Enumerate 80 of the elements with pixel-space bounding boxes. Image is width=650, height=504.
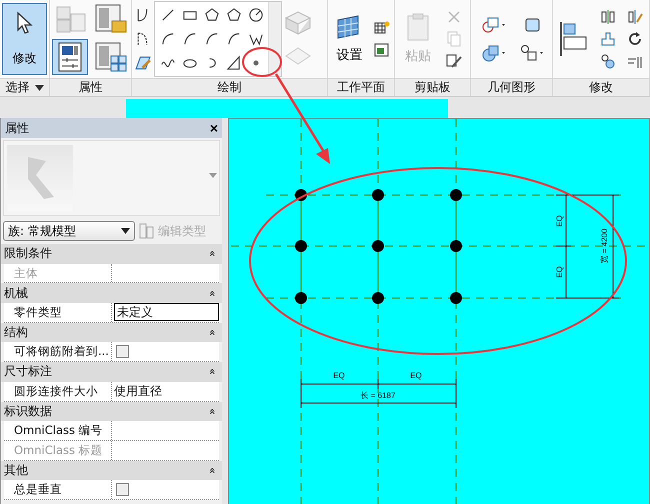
dimension-text: 宽 = 4200: [600, 228, 609, 264]
panel-title: 绘制: [218, 79, 242, 96]
sketch-shape-icon: [226, 7, 242, 23]
group-header[interactable]: 限制条件 «: [1, 244, 222, 264]
dimension-text: EQ: [555, 266, 564, 278]
rotate-icon: [626, 31, 643, 47]
sketch-shape-icon: [160, 7, 176, 23]
sketch-shape-icon: [160, 31, 176, 47]
offset-icon: [600, 31, 616, 47]
point-marker: [295, 240, 307, 252]
dimension-text: EQ: [555, 215, 564, 227]
dimension-text: 长 = 6187: [360, 391, 396, 400]
property-checkbox[interactable]: [116, 345, 129, 358]
modify-button[interactable]: 修改: [2, 3, 47, 75]
point-marker: [295, 292, 307, 304]
clipboard-icon: [406, 13, 430, 41]
point-marker: [372, 240, 384, 252]
property-label: OmniClass 编号: [4, 421, 112, 440]
point-marker: [372, 292, 384, 304]
panel-title: 属性: [78, 79, 102, 96]
cursor-arrow-icon: [16, 11, 34, 36]
viewer-icon: [374, 42, 390, 58]
pencil-icon: [134, 54, 152, 72]
property-label: 总是垂直: [4, 480, 112, 499]
point-marker: [450, 292, 462, 304]
panel-title: 属性: [5, 120, 29, 136]
group-header[interactable]: 机械 «: [1, 283, 222, 304]
callout-circle: [242, 47, 282, 77]
point-marker: [372, 189, 384, 201]
align-icon: [559, 21, 590, 57]
copy-icon: [446, 31, 462, 47]
property-label: 零件类型: [4, 303, 112, 322]
dropdown-caret-icon: [121, 228, 130, 234]
sketch-shape-icon: [204, 31, 220, 47]
sketch-shape-icon: [226, 55, 242, 71]
point-marker: [295, 189, 307, 201]
property-checkbox[interactable]: [116, 483, 129, 496]
gallery-scrollbar[interactable]: [268, 2, 281, 76]
cut-geometry-icon: [482, 16, 508, 34]
point-marker: [450, 189, 462, 201]
group-header[interactable]: 结构 «: [1, 322, 222, 342]
sketch-shape-icon: [248, 7, 264, 23]
panel-title: 几何图形: [488, 79, 536, 96]
scissors-icon: [446, 9, 462, 25]
property-label: OmniClass 标题: [4, 440, 112, 460]
brush-icon: [446, 53, 462, 69]
properties-toggle-button[interactable]: [52, 39, 88, 75]
point-marker: [450, 240, 462, 252]
dimension-text: EQ: [333, 371, 345, 380]
dimension-text: EQ: [410, 371, 422, 380]
copy-shapes-icon: [600, 53, 616, 69]
sketch-shape-icon: [204, 7, 220, 23]
type-selector[interactable]: 族: 常规模型: [3, 221, 135, 241]
property-value-field[interactable]: 未定义: [114, 303, 219, 322]
properties-sheet-icon: [58, 42, 82, 72]
box-icon: [524, 16, 542, 34]
panel-title: 修改: [589, 79, 613, 96]
window-folder-icon: [94, 3, 128, 35]
group-header[interactable]: 其他 «: [1, 460, 222, 480]
window-grid-icon: [94, 41, 128, 73]
workplane-set-button[interactable]: 设置: [332, 12, 366, 66]
join-geometry-icon: [482, 44, 508, 62]
property-label: 主体: [4, 264, 112, 282]
panel-title: 剪贴板: [414, 79, 450, 96]
dropdown-caret-icon[interactable]: [34, 84, 44, 90]
sketch-shape-icon: [226, 31, 242, 47]
sketch-shape-icon: [182, 31, 198, 47]
property-value: 使用直径: [114, 382, 162, 400]
group-header[interactable]: 标识数据 «: [1, 402, 222, 422]
close-button[interactable]: ×: [210, 120, 218, 136]
property-label: 圆形连接件大小: [4, 382, 112, 400]
panel-title: 工作平面: [337, 79, 385, 96]
group-header[interactable]: 尺寸标注 «: [1, 362, 222, 382]
panel-title: 选择: [6, 79, 30, 96]
edit-type-icon: [139, 223, 155, 239]
mirror-pencil-icon: [626, 9, 643, 25]
grid-bulb-icon: [374, 20, 390, 36]
property-label: 可将钢筋附着到...: [4, 342, 112, 362]
cubes-icon: [54, 4, 88, 34]
mirror-icon: [600, 9, 616, 25]
